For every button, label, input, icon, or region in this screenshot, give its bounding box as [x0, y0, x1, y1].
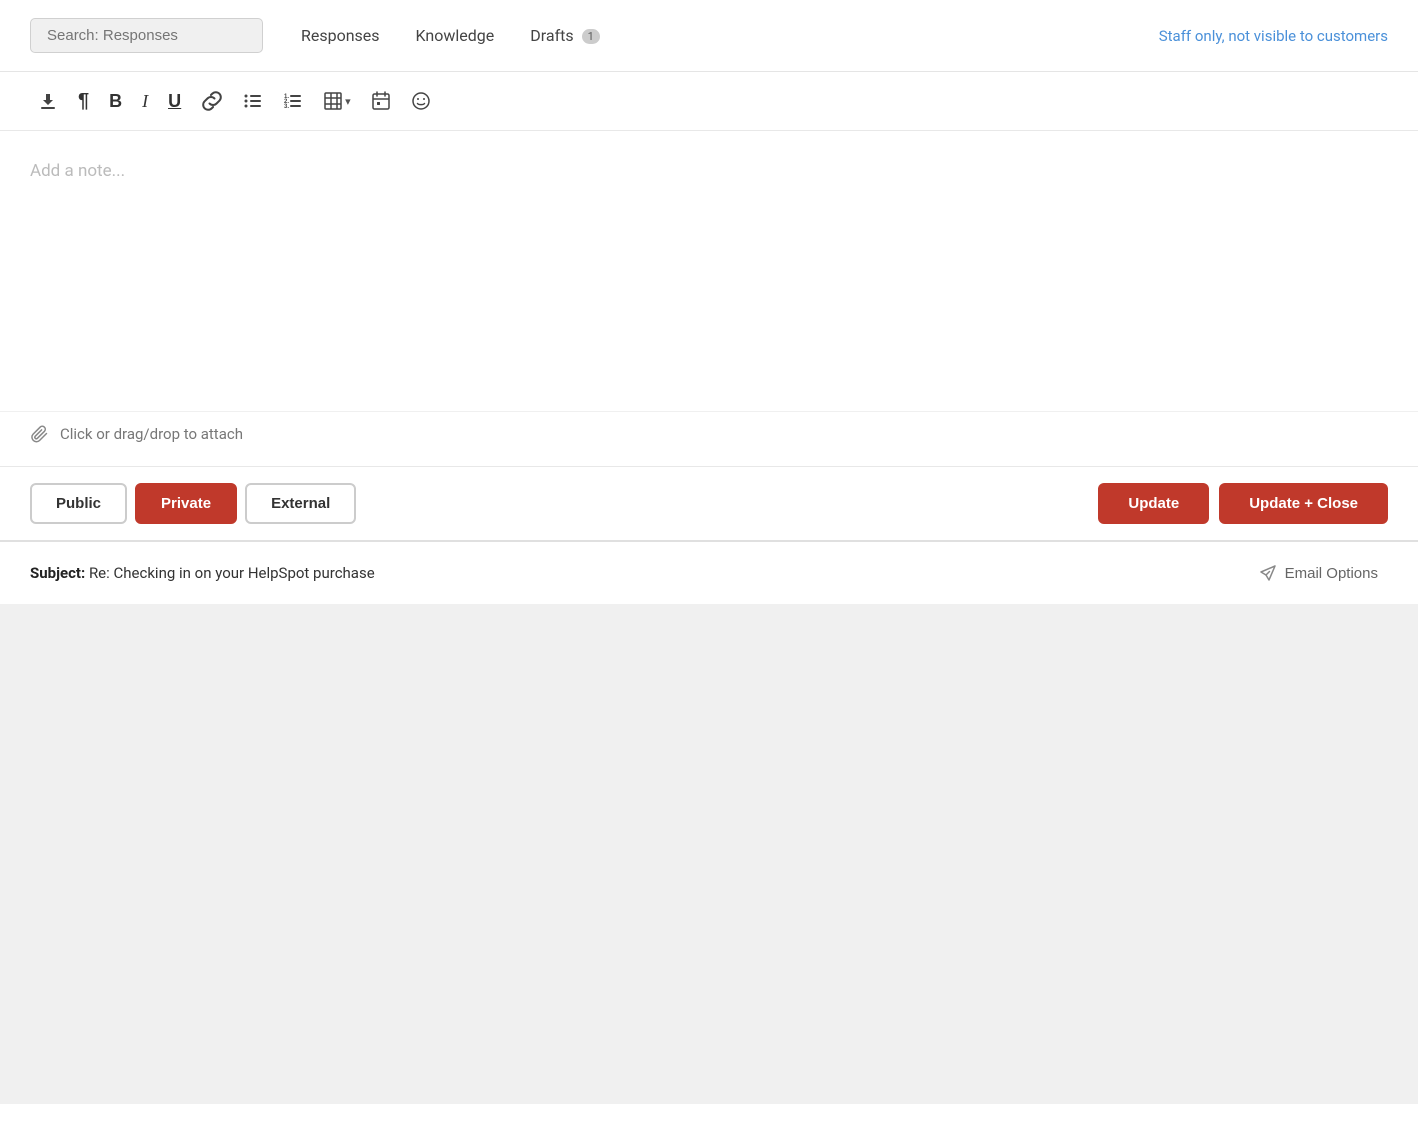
calendar-button[interactable] [363, 85, 399, 117]
top-bar: Responses Knowledge Drafts 1 Staff only,… [0, 0, 1418, 72]
paragraph-icon: ¶ [78, 91, 89, 111]
subject-text: Subject: Re: Checking in on your HelpSpo… [30, 564, 1249, 582]
tab-drafts[interactable]: Drafts 1 [512, 18, 618, 53]
bold-icon: B [109, 92, 122, 110]
search-input[interactable] [30, 18, 263, 53]
italic-icon: I [142, 92, 148, 110]
italic-button[interactable]: I [134, 86, 156, 116]
subject-bar: Subject: Re: Checking in on your HelpSpo… [0, 540, 1418, 604]
svg-text:3.: 3. [284, 104, 289, 110]
tab-knowledge[interactable]: Knowledge [398, 18, 513, 53]
private-button[interactable]: Private [135, 483, 237, 524]
staff-notice: Staff only, not visible to customers [1159, 27, 1388, 45]
subject-value: Re: Checking in on your HelpSpot purchas… [89, 564, 375, 582]
paragraph-button[interactable]: ¶ [70, 85, 97, 117]
action-bar: Public Private External Update Update + … [0, 466, 1418, 540]
tab-responses[interactable]: Responses [283, 18, 398, 53]
attach-label: Click or drag/drop to attach [60, 425, 243, 443]
send-icon [1259, 564, 1277, 582]
subject-label: Subject: [30, 564, 85, 582]
underline-icon: U [168, 92, 181, 110]
bullet-list-button[interactable] [235, 85, 271, 117]
external-button[interactable]: External [245, 483, 356, 524]
update-button[interactable]: Update [1098, 483, 1209, 524]
public-button[interactable]: Public [30, 483, 127, 524]
action-buttons: Update Update + Close [1098, 483, 1388, 524]
tab-drafts-label: Drafts [530, 26, 573, 45]
link-button[interactable] [193, 84, 231, 118]
attach-area[interactable]: Click or drag/drop to attach [0, 411, 1418, 456]
editor-area[interactable]: Add a note... [0, 131, 1418, 411]
emoji-button[interactable] [403, 85, 439, 117]
bottom-area [0, 604, 1418, 1104]
bold-button[interactable]: B [101, 86, 130, 116]
table-dropdown-chevron: ▾ [345, 95, 351, 108]
underline-button[interactable]: U [160, 86, 189, 116]
visibility-buttons: Public Private External [30, 483, 356, 524]
save-button[interactable] [30, 85, 66, 117]
editor-toolbar: ¶ B I U [0, 72, 1418, 131]
drafts-badge: 1 [582, 29, 600, 44]
attach-icon [30, 424, 50, 444]
tab-nav: Responses Knowledge Drafts 1 [283, 18, 618, 53]
update-close-button[interactable]: Update + Close [1219, 483, 1388, 524]
table-button[interactable]: ▾ [315, 85, 359, 117]
note-placeholder: Add a note... [30, 161, 125, 181]
numbered-list-button[interactable]: 1. 2. 3. [275, 85, 311, 117]
email-options-label: Email Options [1285, 565, 1378, 582]
email-options-button[interactable]: Email Options [1249, 558, 1388, 588]
